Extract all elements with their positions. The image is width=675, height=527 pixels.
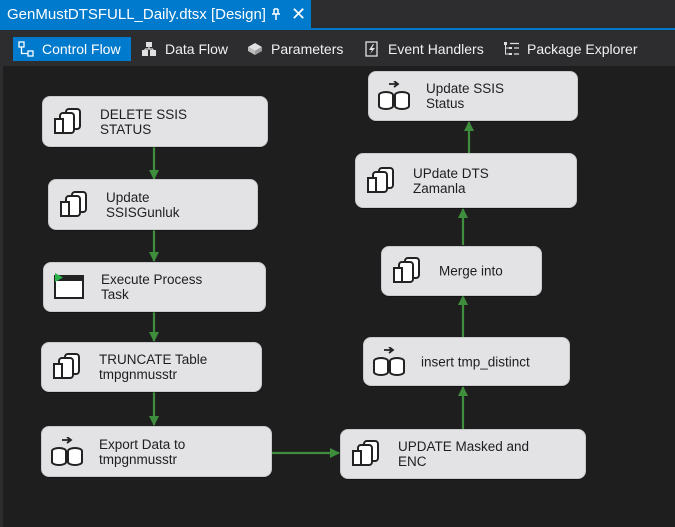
task-label: Merge into: [439, 263, 503, 279]
task-export-data[interactable]: Export Data to tmpgnmusstr: [41, 426, 272, 477]
tab-parameters[interactable]: Parameters: [247, 37, 343, 61]
execute-sql-task-icon: [60, 190, 87, 217]
document-tab[interactable]: GenMustDTSFULL_Daily.dtsx [Design] ✕: [0, 0, 311, 28]
designer-toolbar: Control Flow Data Flow Parameters Event …: [0, 30, 675, 66]
tab-data-flow[interactable]: Data Flow: [141, 37, 228, 61]
task-label: Update SSIS Status: [426, 81, 505, 111]
package-explorer-icon: [504, 42, 519, 55]
tab-label: Event Handlers: [388, 41, 484, 57]
data-flow-task-icon: [51, 436, 83, 466]
data-flow-task-icon: [373, 346, 405, 376]
control-flow-icon: [18, 41, 34, 57]
task-label: UPDATE Masked and ENC: [398, 439, 530, 469]
task-label: DELETE SSIS STATUS: [100, 106, 188, 137]
task-update-ssisgunluk[interactable]: Update SSISGunluk: [48, 179, 258, 230]
execute-sql-task-icon: [352, 440, 379, 466]
document-tab-title: GenMustDTSFULL_Daily.dtsx [Design]: [7, 5, 266, 23]
execute-sql-task-icon: [53, 353, 80, 379]
data-flow-task-icon: [378, 81, 410, 110]
task-update-dts-zamanla[interactable]: UPdate DTS Zamanla: [355, 153, 577, 208]
event-handlers-icon: [365, 41, 378, 57]
execute-process-task-icon: [54, 273, 84, 299]
pin-icon[interactable]: [269, 6, 283, 22]
task-delete-ssis-status[interactable]: DELETE SSIS STATUS: [42, 96, 268, 147]
task-insert-tmp-distinct[interactable]: insert tmp_distinct: [363, 337, 570, 386]
tab-event-handlers[interactable]: Event Handlers: [364, 37, 484, 61]
parameters-icon: [248, 43, 262, 55]
execute-sql-task-icon: [54, 107, 81, 134]
tab-label: Parameters: [271, 41, 344, 57]
task-update-ssis-status[interactable]: Update SSIS Status: [368, 71, 578, 121]
task-label: Export Data to tmpgnmusstr: [99, 436, 186, 467]
tab-package-explorer[interactable]: Package Explorer: [503, 37, 638, 61]
tab-label: Package Explorer: [527, 41, 638, 57]
task-label: UPdate DTS Zamanla: [413, 165, 489, 196]
task-label: Update SSISGunluk: [106, 189, 180, 220]
tab-control-flow[interactable]: Control Flow: [13, 37, 131, 61]
data-flow-icon: [142, 42, 156, 56]
tab-label: Control Flow: [42, 41, 121, 57]
task-execute-process-task[interactable]: Execute Process Task: [43, 262, 266, 312]
task-truncate-table[interactable]: TRUNCATE Table tmpgnmusstr: [41, 342, 262, 392]
task-label: TRUNCATE Table tmpgnmusstr: [99, 352, 208, 382]
tab-label: Data Flow: [165, 41, 229, 57]
task-update-masked-and-enc[interactable]: UPDATE Masked and ENC: [340, 429, 586, 479]
close-tab-button[interactable]: ✕: [291, 5, 306, 23]
task-label: Execute Process Task: [101, 272, 203, 302]
task-merge-into[interactable]: Merge into: [381, 246, 542, 296]
execute-sql-task-icon: [367, 166, 394, 193]
task-label: insert tmp_distinct: [421, 354, 530, 369]
execute-sql-task-icon: [393, 257, 420, 283]
document-tab-strip: GenMustDTSFULL_Daily.dtsx [Design] ✕: [0, 0, 675, 30]
